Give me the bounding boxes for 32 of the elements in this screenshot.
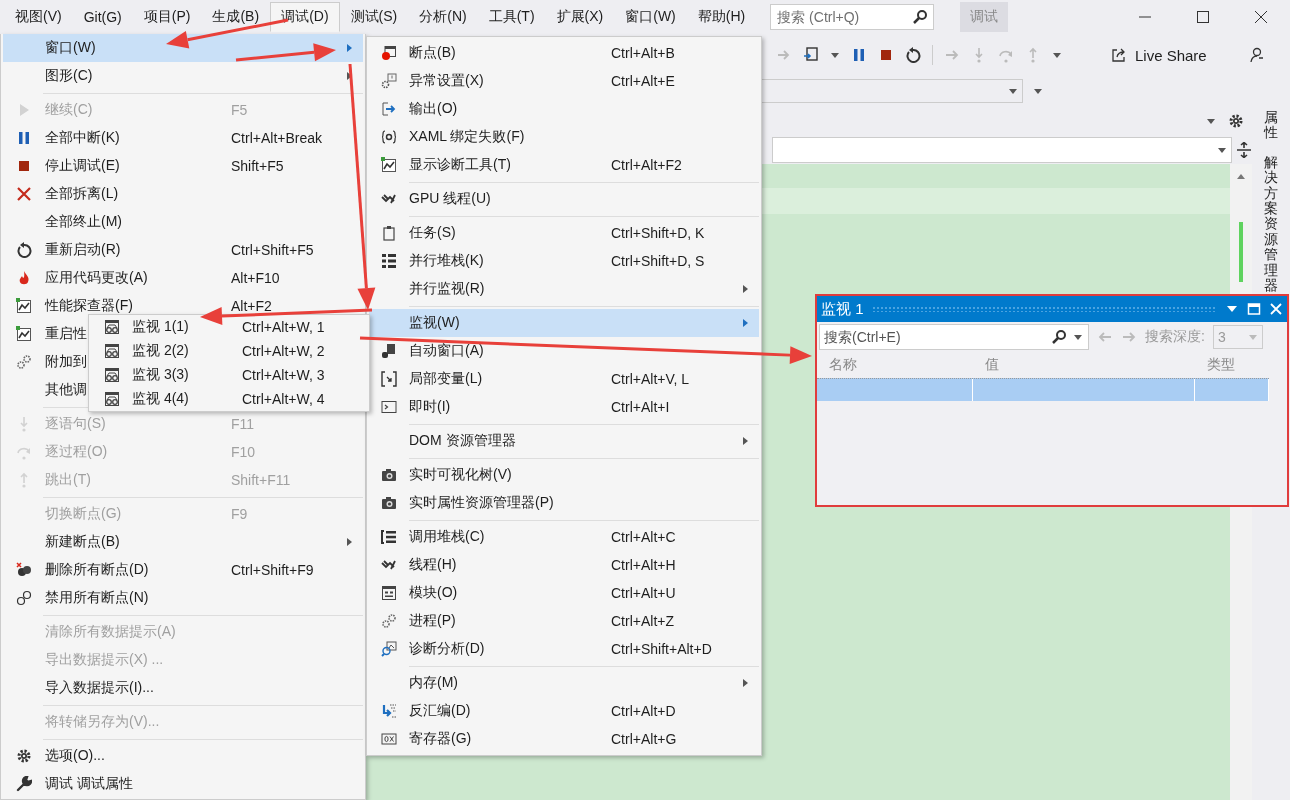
shortcut-text: Ctrl+Alt+Z (611, 613, 675, 629)
shortcut-text: Ctrl+Alt+W, 2 (242, 343, 326, 359)
shortcut-text: Ctrl+Shift+D, K (611, 225, 706, 241)
shortcut-text: Ctrl+Alt+V, L (611, 371, 691, 387)
shortcut-text: Ctrl+Alt+W, 4 (242, 391, 326, 407)
shortcut-text: Ctrl+Shift+F5 (231, 242, 315, 258)
shortcut-text: Ctrl+Alt+F2 (611, 157, 683, 173)
shortcut-text: Alt+F2 (231, 298, 273, 314)
shortcut-text: F10 (231, 444, 257, 460)
shortcut-text: Ctrl+Alt+W, 3 (242, 367, 326, 383)
solution-config-label: 调试 (960, 2, 1009, 32)
shortcut-text: Ctrl+Alt+U (611, 585, 677, 601)
shortcut-text: Ctrl+Alt+I (611, 399, 671, 415)
depth-label: 搜索深度: (1145, 328, 1205, 346)
shortcut-text: Ctrl+Alt+G (611, 731, 678, 747)
shortcut-text: Ctrl+Alt+E (611, 73, 676, 89)
shortcut-text: Ctrl+Shift+F9 (231, 562, 315, 578)
shortcut-text: Ctrl+Alt+B (611, 45, 676, 61)
window-title: 监视 1 (821, 299, 864, 319)
shortcut-text: F9 (231, 506, 249, 522)
shortcut-text: Ctrl+Alt+W, 1 (242, 319, 326, 335)
shortcut-text: Ctrl+Alt+H (611, 557, 677, 573)
shortcut-text: Ctrl+Shift+D, S (611, 253, 706, 269)
shortcut-text: F5 (231, 102, 249, 118)
shortcut-text: F11 (231, 416, 256, 432)
shortcut-text: Shift+F5 (231, 158, 285, 174)
shortcut-text: Shift+F11 (231, 472, 292, 488)
shortcut-text: Ctrl+Alt+Break (231, 130, 324, 146)
shortcut-text: Alt+F10 (231, 270, 281, 286)
shortcut-text: Ctrl+Shift+Alt+D (611, 641, 713, 657)
shortcut-text: Ctrl+Alt+D (611, 703, 677, 719)
shortcut-text: Ctrl+Alt+C (611, 529, 677, 545)
